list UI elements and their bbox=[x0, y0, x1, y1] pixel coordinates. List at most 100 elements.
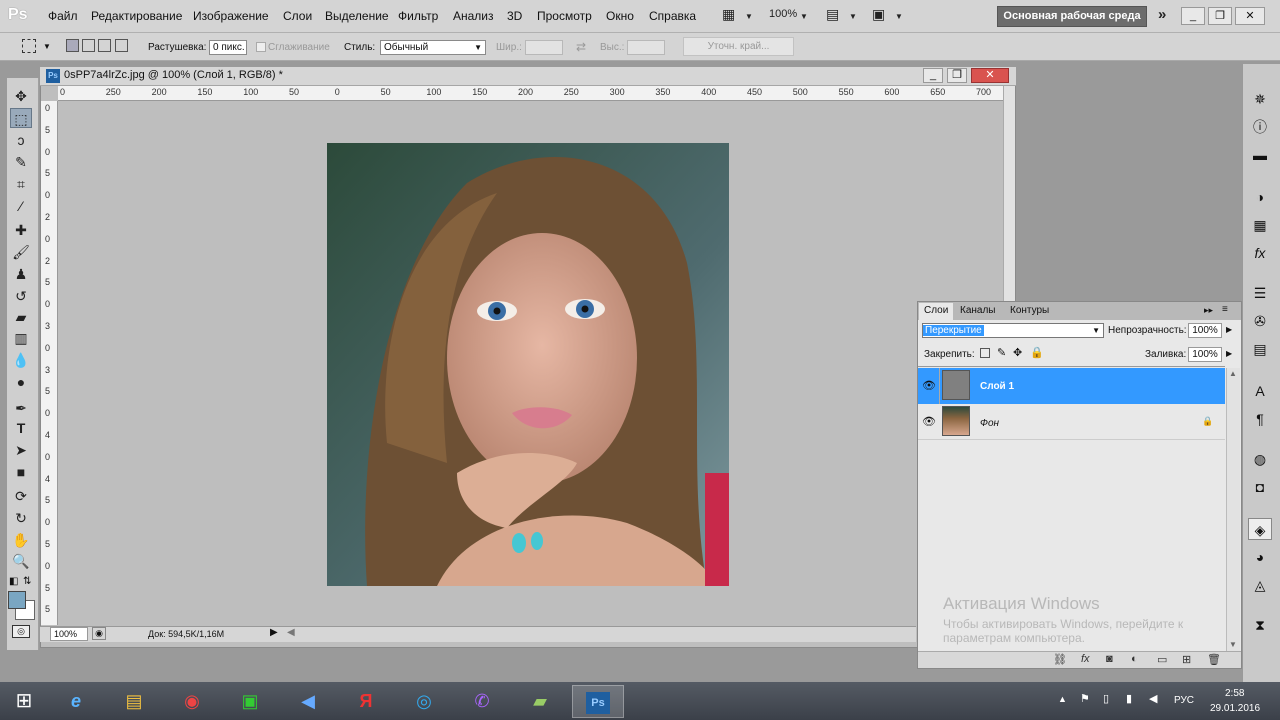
marquee-tool-preset-icon[interactable] bbox=[22, 39, 36, 53]
canvas-photo[interactable] bbox=[327, 143, 729, 586]
tray-network-icon[interactable]: ▮ bbox=[1126, 692, 1132, 705]
opacity-arrow-icon[interactable]: ▶ bbox=[1226, 325, 1232, 334]
3d-rotate-tool-icon[interactable]: ⟳ bbox=[10, 486, 32, 506]
close-button[interactable]: ✕ bbox=[1235, 7, 1265, 25]
intersect-selection-icon[interactable] bbox=[115, 39, 128, 52]
paths-icon[interactable]: ◬ bbox=[1248, 574, 1272, 596]
blend-mode-select[interactable]: Перекрытие ▼ bbox=[922, 323, 1104, 338]
layer-name[interactable]: Слой 1 bbox=[980, 381, 1014, 392]
layer-style-icon[interactable]: fx bbox=[1081, 653, 1090, 665]
tray-date[interactable]: 29.01.2016 bbox=[1210, 703, 1260, 714]
doc-minimize-button[interactable]: _ bbox=[923, 68, 943, 83]
history-icon[interactable]: ⧗ bbox=[1248, 614, 1272, 636]
shape-tool-icon[interactable]: ■ bbox=[10, 462, 32, 482]
swap-icon[interactable]: ⇄ bbox=[576, 40, 586, 54]
lock-position-icon[interactable]: ✥ bbox=[1013, 346, 1022, 359]
refine-edge-button[interactable]: Уточн. край... bbox=[683, 37, 794, 56]
width-input[interactable] bbox=[525, 40, 563, 55]
history-brush-tool-icon[interactable]: ↺ bbox=[10, 286, 32, 306]
new-layer-icon[interactable]: ⊞ bbox=[1182, 653, 1191, 666]
visibility-eye-icon[interactable]: 👁 bbox=[922, 415, 936, 429]
pen-tool-icon[interactable]: ✒ bbox=[10, 398, 32, 418]
menu-3d[interactable]: 3D bbox=[507, 9, 522, 23]
layers-scrollbar[interactable] bbox=[1226, 368, 1240, 651]
tray-expand-icon[interactable]: ▲ bbox=[1058, 694, 1067, 704]
minimize-button[interactable]: _ bbox=[1181, 7, 1205, 25]
subtract-selection-icon[interactable] bbox=[98, 39, 111, 52]
zoom-level[interactable]: 100% bbox=[769, 8, 797, 20]
lock-transparent-icon[interactable] bbox=[980, 348, 990, 358]
marquee-tool-icon[interactable]: ⬚ bbox=[10, 108, 32, 128]
lock-image-icon[interactable]: ✎ bbox=[997, 346, 1006, 359]
link-layers-icon[interactable]: ⛓ bbox=[1053, 653, 1067, 666]
chevron-down-icon[interactable]: ▼ bbox=[43, 42, 51, 51]
menu-analysis[interactable]: Анализ bbox=[453, 9, 494, 23]
chrome-icon[interactable]: ◉ bbox=[168, 685, 216, 718]
menu-select[interactable]: Выделение bbox=[325, 9, 389, 23]
style-select[interactable]: Обычный ▼ bbox=[380, 40, 486, 55]
swap-colors-icon[interactable]: ⇅ bbox=[23, 576, 31, 587]
menu-view[interactable]: Просмотр bbox=[537, 9, 592, 23]
navigator-icon[interactable]: ✵ bbox=[1248, 88, 1272, 110]
healing-tool-icon[interactable]: ✚ bbox=[10, 220, 32, 240]
screen-icon[interactable]: ▣ bbox=[872, 6, 885, 23]
height-input[interactable] bbox=[627, 40, 665, 55]
quick-mask-icon[interactable]: ◎ bbox=[12, 625, 30, 638]
menu-filter[interactable]: Фильтр bbox=[398, 9, 438, 23]
dodge-tool-icon[interactable]: ● bbox=[10, 372, 32, 392]
layers-panel-icon[interactable]: ◈ bbox=[1248, 518, 1272, 540]
lock-all-icon[interactable]: 🔒 bbox=[1030, 346, 1044, 359]
explorer-icon[interactable]: ▤ bbox=[110, 685, 158, 718]
workspace-button[interactable]: Основная рабочая среда bbox=[997, 6, 1147, 27]
adjustments-icon[interactable]: ☰ bbox=[1248, 282, 1272, 304]
photoshop-taskbar-icon[interactable]: Ps bbox=[572, 685, 624, 718]
brush-tool-icon[interactable]: 🖌 bbox=[10, 242, 32, 262]
add-mask-icon[interactable]: ◙ bbox=[1106, 653, 1113, 665]
chevron-down-icon[interactable]: ▼ bbox=[800, 12, 808, 21]
tray-time[interactable]: 2:58 bbox=[1225, 688, 1244, 699]
scroll-down-icon[interactable]: ▼ bbox=[1229, 640, 1237, 649]
add-selection-icon[interactable] bbox=[82, 39, 95, 52]
camera-icon[interactable]: ◘ bbox=[1248, 476, 1272, 498]
doc-close-button[interactable]: ✕ bbox=[971, 68, 1009, 83]
crop-tool-icon[interactable]: ⌗ bbox=[10, 174, 32, 194]
store-icon[interactable]: ▣ bbox=[226, 685, 274, 718]
tray-flag-icon[interactable]: ⚑ bbox=[1080, 692, 1090, 705]
scroll-up-icon[interactable]: ▲ bbox=[1229, 369, 1237, 378]
chevron-down-icon[interactable]: ▼ bbox=[895, 12, 903, 21]
media-icon[interactable]: ◎ bbox=[400, 685, 448, 718]
tab-paths[interactable]: Контуры bbox=[1005, 303, 1054, 320]
tab-layers[interactable]: Слои bbox=[919, 303, 954, 320]
yandex-icon[interactable]: Я bbox=[342, 685, 390, 718]
status-zoom-field[interactable]: 100% bbox=[50, 627, 88, 641]
tab-channels[interactable]: Каналы bbox=[955, 303, 1001, 320]
panel-collapse-icon[interactable]: ▸▸ bbox=[1204, 305, 1213, 316]
menu-layers[interactable]: Слои bbox=[283, 9, 312, 23]
masks-icon[interactable]: ✇ bbox=[1248, 310, 1272, 332]
paragraph-icon[interactable]: ¶ bbox=[1248, 408, 1272, 430]
lasso-tool-icon[interactable]: ↄ bbox=[10, 130, 32, 150]
tray-device-icon[interactable]: ▯ bbox=[1103, 692, 1109, 705]
start-button-icon[interactable]: ⊞ bbox=[0, 685, 48, 718]
chevron-down-icon[interactable]: ▼ bbox=[849, 12, 857, 21]
hand-tool-icon[interactable]: ✋ bbox=[10, 530, 32, 550]
type-tool-icon[interactable]: T bbox=[10, 418, 32, 438]
layer-name[interactable]: Фон bbox=[980, 418, 999, 429]
move-tool-icon[interactable]: ✥ bbox=[10, 86, 32, 106]
adjustment-layer-icon[interactable]: ◐ bbox=[1131, 653, 1138, 665]
3d-orbit-tool-icon[interactable]: ↻ bbox=[10, 508, 32, 528]
ie-icon[interactable]: e bbox=[52, 685, 100, 718]
panel-menu-icon[interactable]: ≡ bbox=[1222, 304, 1228, 315]
menu-window[interactable]: Окно bbox=[606, 9, 634, 23]
zoom-tool-icon[interactable]: 🔍 bbox=[10, 551, 32, 571]
screen-mode-icon[interactable]: ▦ bbox=[722, 6, 735, 23]
quick-select-tool-icon[interactable]: ✎ bbox=[10, 152, 32, 172]
tray-language[interactable]: РУС bbox=[1174, 695, 1194, 706]
delete-layer-icon[interactable]: 🗑 bbox=[1207, 653, 1221, 666]
blur-tool-icon[interactable]: 💧 bbox=[10, 350, 32, 370]
eyedropper-tool-icon[interactable]: ⁄ bbox=[10, 196, 32, 216]
menu-file[interactable]: Файл bbox=[48, 9, 78, 23]
arrange-icon[interactable]: ▤ bbox=[826, 6, 839, 23]
scroll-left-icon[interactable]: ◀ bbox=[287, 627, 295, 638]
new-group-icon[interactable]: ▭ bbox=[1157, 653, 1167, 666]
